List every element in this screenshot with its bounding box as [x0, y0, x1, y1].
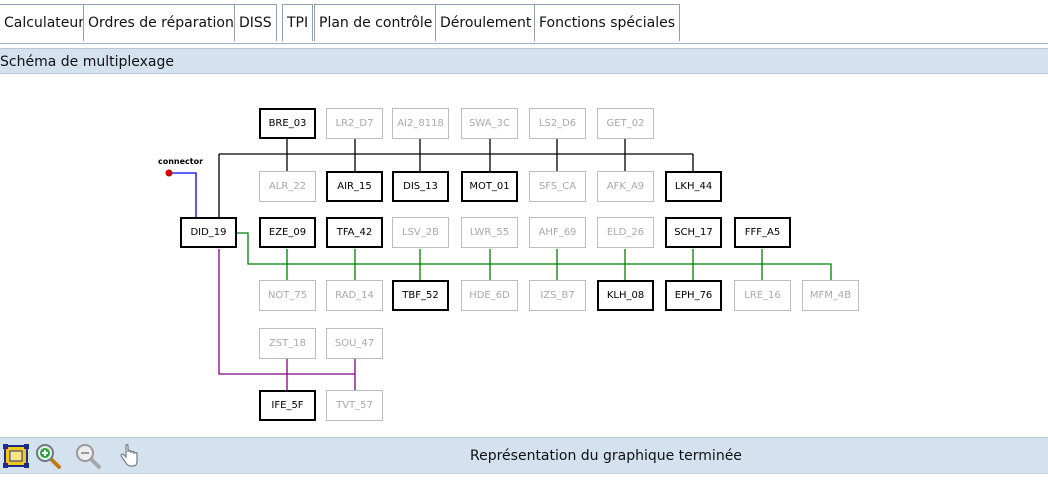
node-eld-26[interactable]: ELD_26	[597, 217, 654, 248]
tab-plan-de-controle[interactable]: Plan de contrôle	[314, 4, 438, 41]
node-alr-22[interactable]: ALR_22	[259, 171, 316, 202]
node-ife-5f[interactable]: IFE_5F	[259, 390, 316, 421]
tab-diss[interactable]: DISS	[234, 4, 277, 41]
pan-hand-icon[interactable]	[114, 442, 142, 470]
node-klh-08[interactable]: KLH_08	[597, 280, 654, 311]
node-tvt-57[interactable]: TVT_57	[326, 390, 383, 421]
bus-lines	[165, 139, 832, 390]
connector-dot	[165, 169, 173, 177]
node-ai2-8118[interactable]: AI2_8118	[392, 108, 449, 139]
tab-deroulement[interactable]: Déroulement	[435, 4, 537, 41]
node-mfm-4b[interactable]: MFM_4B	[802, 280, 859, 311]
section-header: Schéma de multiplexage	[0, 48, 1048, 74]
node-ls2-d6[interactable]: LS2_D6	[529, 108, 586, 139]
tab-bar: Calculateurs Ordres de réparation DISS T…	[0, 0, 1048, 44]
node-zst-18[interactable]: ZST_18	[259, 328, 316, 359]
tab-tpi[interactable]: TPI	[282, 4, 314, 41]
node-get-02[interactable]: GET_02	[597, 108, 654, 139]
node-sou-47[interactable]: SOU_47	[326, 328, 383, 359]
node-rad-14[interactable]: RAD_14	[326, 280, 383, 311]
status-bar: Représentation du graphique terminée	[0, 437, 1048, 473]
node-ahf-69[interactable]: AHF_69	[529, 217, 586, 248]
node-lre-16[interactable]: LRE_16	[734, 280, 791, 311]
tab-fonctions-speciales[interactable]: Fonctions spéciales	[534, 4, 681, 41]
node-sfs-ca[interactable]: SFS_CA	[529, 171, 586, 202]
zoom-in-icon[interactable]	[34, 442, 62, 470]
node-tfa-42[interactable]: TFA_42	[326, 217, 383, 248]
connector-label: connector	[158, 157, 204, 166]
node-dis-13[interactable]: DIS_13	[392, 171, 449, 202]
bus-blue	[171, 172, 197, 217]
status-text: Représentation du graphique terminée	[470, 448, 742, 464]
node-eze-09[interactable]: EZE_09	[259, 217, 316, 248]
node-lkh-44[interactable]: LKH_44	[665, 171, 722, 202]
node-eph-76[interactable]: EPH_76	[665, 280, 722, 311]
node-hde-6d[interactable]: HDE_6D	[461, 280, 518, 311]
node-did-19[interactable]: DID_19	[180, 217, 237, 248]
tab-calculateurs[interactable]: Calculateurs	[0, 4, 97, 41]
node-izs-b7[interactable]: IZS_B7	[529, 280, 586, 311]
section-title: Schéma de multiplexage	[0, 54, 174, 70]
multiplexing-diagram[interactable]: connector BRE_03 LR2_D7 AI2_8118 SWA_3C …	[0, 75, 1048, 436]
node-afk-a9[interactable]: AFK_A9	[597, 171, 654, 202]
bottom-strip	[0, 473, 1048, 480]
node-lwr-55[interactable]: LWR_55	[461, 217, 518, 248]
node-mot-01[interactable]: MOT_01	[461, 171, 518, 202]
tab-ordres-de-reparation[interactable]: Ordres de réparation	[83, 4, 239, 41]
node-lsv-2b[interactable]: LSV_2B	[392, 217, 449, 248]
node-tbf-52[interactable]: TBF_52	[392, 280, 449, 311]
node-bre-03[interactable]: BRE_03	[259, 108, 316, 139]
zoom-out-icon[interactable]	[74, 442, 102, 470]
node-sch-17[interactable]: SCH_17	[665, 217, 722, 248]
node-lr2-d7[interactable]: LR2_D7	[326, 108, 383, 139]
node-not-75[interactable]: NOT_75	[259, 280, 316, 311]
node-air-15[interactable]: AIR_15	[326, 171, 383, 202]
node-fff-a5[interactable]: FFF_A5	[734, 217, 791, 248]
node-swa-3c[interactable]: SWA_3C	[461, 108, 518, 139]
fit-to-screen-icon[interactable]	[2, 442, 30, 470]
